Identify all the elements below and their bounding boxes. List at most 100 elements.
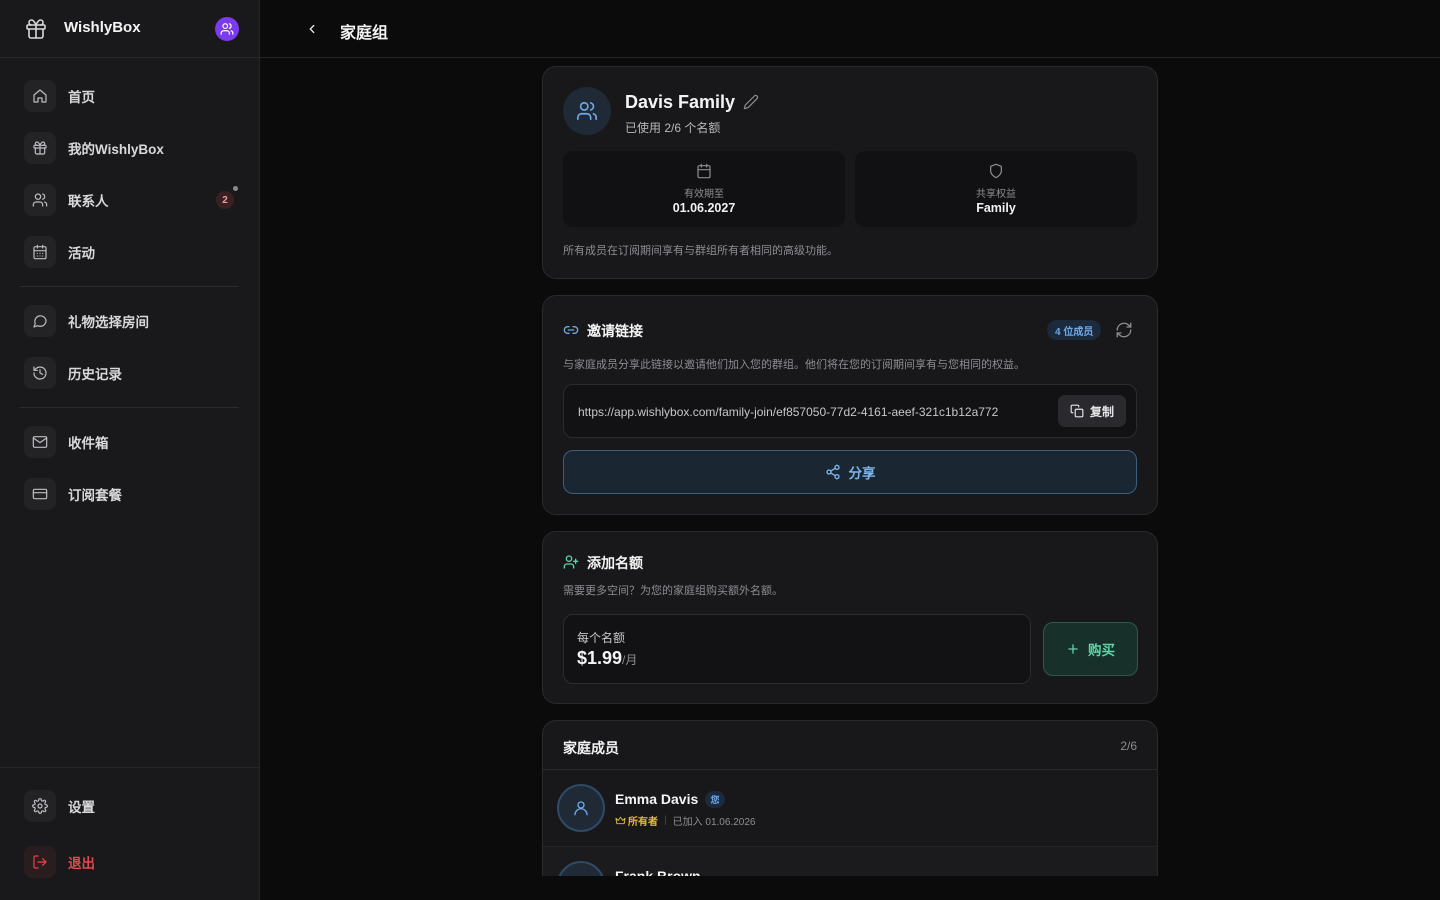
sidebar-item-label: 订阅套餐 [68,488,122,503]
sidebar-item-label: 联系人 [68,194,109,209]
group-avatar [563,87,611,135]
copy-button[interactable]: 复制 [1058,395,1126,427]
users-icon [220,23,234,35]
share-button[interactable]: 分享 [563,450,1137,494]
sidebar-item-inbox[interactable]: 收件箱 [20,420,240,464]
buy-button[interactable]: 购买 [1043,622,1138,676]
main-content: Davis Family 已使用 2/6 个名额 有效期至 01.06.2027… [260,58,1440,876]
refresh-icon[interactable] [1115,321,1133,339]
chevron-left-icon [309,24,315,34]
brand-bar: WishlyBox [0,0,259,58]
invite-title: 邀请链接 [587,323,643,339]
member-row[interactable]: Emma Davis 您 所有者 | 已加入 01.06.2026 [543,770,1157,846]
price-unit: /月 [622,653,638,667]
sidebar-item-label: 活动 [68,246,95,261]
add-seats-description: 需要更多空间？为您的家庭组购买额外名额。 [563,585,783,597]
benefit-stat: 共享权益 Family [855,151,1137,227]
price-amount: $1.99 [577,648,623,668]
buy-label: 购买 [1088,643,1115,658]
page-header: 家庭组 [260,0,1440,58]
sidebar-item-events[interactable]: 活动 [20,230,240,274]
sidebar-item-gift-rooms[interactable]: 礼物选择房间 [20,299,240,343]
contacts-count-badge: 2 [216,191,234,209]
sidebar-divider [20,407,239,408]
sidebar-footer-divider [0,767,259,768]
plus-icon [1068,644,1078,654]
sidebar-item-label: 设置 [68,800,95,815]
invite-link-url[interactable]: https://app.wishlybox.com/family-join/ef… [578,405,998,419]
invite-description: 与家庭成员分享此链接以邀请他们加入您的群组。他们将在您的订阅期间享有与您相同的权… [563,359,1025,371]
gift-logo-icon [26,19,46,39]
crown-icon [615,816,626,825]
shield-icon [990,163,1002,179]
link-icon [563,326,579,334]
avatar [557,784,605,832]
benefit-value: Family [976,201,1016,215]
sidebar-item-settings[interactable]: 设置 [20,784,240,828]
share-label: 分享 [848,466,876,481]
mail-icon [24,426,56,458]
meta-separator: | [664,815,667,826]
page-title: 家庭组 [340,25,389,42]
family-members-card: 家庭成员 2/6 Emma Davis 您 所有者 | 已加入 01.06.20… [542,720,1158,876]
price-value: $1.99/月 [577,648,637,669]
invite-link-card: 邀请链接 4 位成员 与家庭成员分享此链接以邀请他们加入您的群组。他们将在您的订… [542,295,1158,515]
gear-icon [24,790,56,822]
brand-name[interactable]: WishlyBox [64,19,141,36]
you-badge: 您 [705,791,725,808]
member-name: Frank Brown [615,868,701,876]
sidebar-item-home[interactable]: 首页 [20,74,240,118]
chat-bubble-icon [24,305,56,337]
owner-label: 所有者 [628,817,658,828]
add-seats-card: 添加名额 需要更多空间？为您的家庭组购买额外名额。 每个名额 $1.99/月 购… [542,531,1158,704]
back-button[interactable] [300,17,324,41]
sidebar-item-subscription[interactable]: 订阅套餐 [20,472,240,516]
owner-tag: 所有者 [615,813,658,828]
add-seats-title: 添加名额 [587,555,643,571]
copy-icon [1070,404,1084,418]
member-meta: 所有者 | 已加入 01.06.2026 [615,813,755,828]
history-icon [24,357,56,389]
sidebar-item-history[interactable]: 历史记录 [20,351,240,395]
sidebar-divider [20,286,239,287]
sidebar-item-label: 我的WishlyBox [68,142,164,157]
price-label: 每个名额 [577,631,626,645]
logout-icon [24,846,56,878]
app-root: WishlyBox 首页 我的WishlyBox 联系人 2 活动 礼物选择房间… [0,0,1440,900]
sidebar-item-contacts[interactable]: 联系人 2 [20,178,240,222]
expiry-label: 有效期至 [684,189,724,200]
gift-icon [24,132,56,164]
sidebar-item-my-wishlybox[interactable]: 我的WishlyBox [20,126,240,170]
member-count-badge: 4 位成员 [1047,320,1102,340]
logout-button[interactable]: 退出 [20,840,240,884]
expiry-value: 01.06.2027 [672,201,736,215]
home-icon [24,80,56,112]
sidebar: WishlyBox 首页 我的WishlyBox 联系人 2 活动 礼物选择房间… [0,0,260,900]
benefit-label: 共享权益 [976,189,1016,200]
user-plus-icon [563,555,579,569]
seat-price-box: 每个名额 $1.99/月 [563,614,1031,684]
calendar-icon [24,236,56,268]
users-icon [577,101,597,121]
calendar-icon [697,163,711,179]
user-icon [574,801,588,816]
credit-card-icon [24,478,56,510]
users-icon [24,184,56,216]
pencil-icon[interactable] [743,94,759,110]
notification-dot [233,186,238,191]
invite-link-field[interactable]: https://app.wishlybox.com/family-join/ef… [563,384,1137,438]
member-name: Emma Davis [615,791,699,807]
avatar [557,861,605,876]
member-row[interactable]: Frank Brown [543,846,1157,876]
family-avatar-button[interactable] [215,17,239,41]
sidebar-item-label: 礼物选择房间 [68,315,149,330]
share-icon [825,464,840,480]
joined-date: 已加入 01.06.2026 [672,817,756,828]
sidebar-item-label: 首页 [68,90,95,105]
sidebar-item-label: 历史记录 [68,367,122,382]
members-count: 2/6 [1120,739,1137,753]
group-info-card: Davis Family 已使用 2/6 个名额 有效期至 01.06.2027… [542,66,1158,279]
copy-label: 复制 [1089,404,1114,419]
sidebar-item-label: 收件箱 [68,436,109,451]
expiry-stat: 有效期至 01.06.2027 [563,151,845,227]
